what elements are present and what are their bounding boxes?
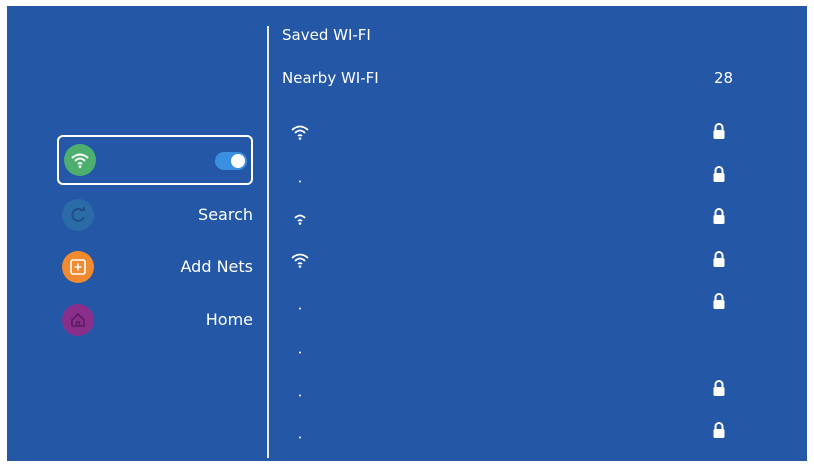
wifi-signal-icon — [291, 125, 309, 140]
wifi-network-row[interactable] — [282, 292, 752, 314]
wifi-network-row[interactable] — [282, 379, 752, 401]
lock-icon — [713, 380, 725, 396]
menu-item-add-nets[interactable]: Add Nets — [57, 244, 253, 294]
nearby-wifi-title: Nearby WI-FI — [282, 69, 379, 87]
wifi-signal-icon — [299, 394, 301, 397]
refresh-icon — [62, 199, 94, 231]
wifi-network-row[interactable] — [282, 336, 752, 358]
home-icon — [62, 304, 94, 336]
wifi-signal-icon — [299, 436, 301, 439]
menu-label-search: Search — [198, 205, 253, 224]
wifi-network-row[interactable] — [282, 421, 752, 443]
wifi-network-row[interactable] — [282, 165, 752, 187]
wifi-signal-icon — [299, 307, 301, 310]
wifi-signal-icon — [299, 180, 301, 183]
wifi-network-row[interactable] — [282, 250, 752, 272]
menu-item-home[interactable]: Home — [57, 296, 253, 346]
toggle-knob — [231, 154, 245, 168]
wifi-network-row[interactable] — [282, 207, 752, 229]
lock-icon — [713, 166, 725, 182]
menu-item-search[interactable]: Search — [57, 191, 253, 241]
lock-icon — [713, 293, 725, 309]
wifi-signal-icon — [291, 253, 309, 268]
lock-icon — [713, 422, 725, 438]
menu-label-home: Home — [205, 310, 253, 329]
lock-icon — [713, 251, 725, 267]
wifi-network-row[interactable] — [282, 122, 752, 144]
menu-item-wifi[interactable] — [57, 135, 253, 185]
wifi-settings-screen: Search Add Nets Home Saved WI-FI Nearby … — [7, 6, 807, 461]
panel-divider — [267, 26, 269, 458]
saved-wifi-title[interactable]: Saved WI-FI — [282, 26, 371, 44]
wifi-signal-icon — [299, 351, 301, 354]
add-icon — [62, 251, 94, 283]
lock-icon — [713, 208, 725, 224]
wifi-toggle[interactable] — [215, 152, 247, 170]
nearby-count: 28 — [714, 69, 734, 87]
wifi-signal-icon — [294, 214, 306, 225]
wifi-icon — [64, 144, 96, 176]
menu-label-add-nets: Add Nets — [180, 257, 253, 276]
lock-icon — [713, 123, 725, 139]
